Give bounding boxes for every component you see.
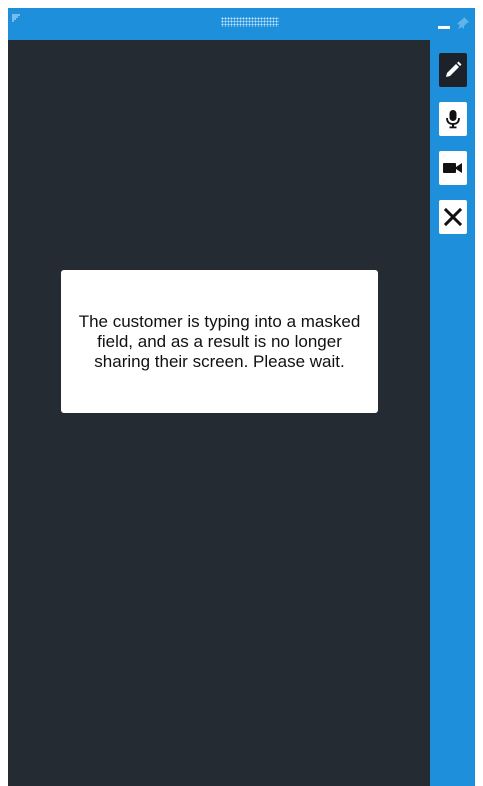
agent-toolbar — [430, 40, 475, 786]
pin-icon[interactable] — [456, 16, 470, 30]
video-camera-icon — [443, 161, 463, 175]
cobrowse-window: The customer is typing into a masked fie… — [8, 8, 475, 786]
screen-share-viewer: The customer is typing into a masked fie… — [8, 40, 430, 786]
pencil-icon — [444, 61, 462, 79]
draw-button[interactable] — [439, 53, 467, 87]
drag-grip-icon[interactable] — [221, 17, 279, 27]
minimize-button[interactable] — [436, 16, 452, 32]
end-session-button[interactable] — [439, 200, 467, 234]
microphone-icon — [446, 109, 460, 129]
masked-field-notice: The customer is typing into a masked fie… — [61, 270, 378, 413]
title-bar[interactable] — [8, 8, 475, 40]
resize-grip-icon[interactable] — [12, 10, 24, 22]
video-button[interactable] — [439, 151, 467, 185]
notice-text: The customer is typing into a masked fie… — [78, 311, 361, 371]
audio-button[interactable] — [439, 102, 467, 136]
close-icon — [444, 208, 462, 226]
